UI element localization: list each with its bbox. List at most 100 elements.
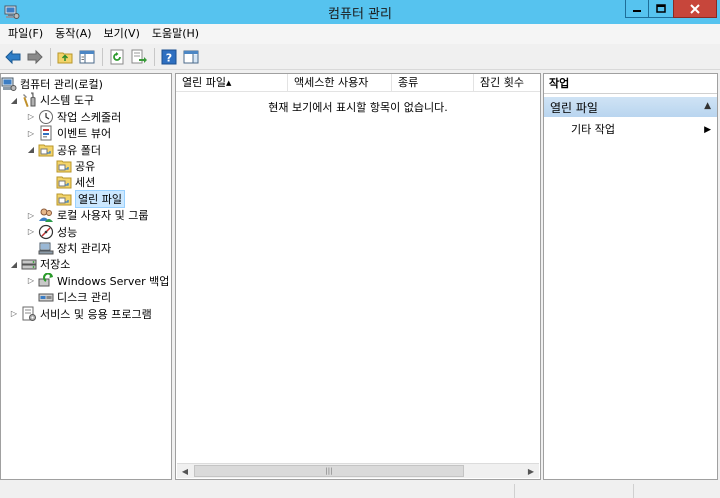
- tree-item[interactable]: 성능: [38, 224, 77, 240]
- tree-item-label: 공유 폴더: [57, 143, 101, 157]
- tree-item-label: 컴퓨터 관리(로컬): [20, 78, 103, 91]
- close-button[interactable]: [673, 0, 717, 18]
- maximize-icon: [656, 3, 666, 13]
- window-title: 컴퓨터 관리: [328, 7, 392, 22]
- menu-help[interactable]: 도움말(H): [146, 24, 205, 44]
- collapse-section-icon[interactable]: ▲: [704, 101, 711, 111]
- tree-expand-toggle-icon[interactable]: ▷: [9, 306, 19, 322]
- column-header-label: 열린 파일: [182, 76, 226, 89]
- tree-expand-toggle-icon[interactable]: ▷: [26, 273, 36, 289]
- tree-item[interactable]: 장치 관리자: [38, 240, 111, 256]
- submenu-arrow-icon: ▶: [704, 125, 711, 135]
- system-tools-icon: [23, 92, 36, 108]
- tree-item[interactable]: 서비스 및 응용 프로그램: [21, 306, 152, 322]
- back-icon: [5, 49, 21, 64]
- tree-item[interactable]: 이벤트 뷰어: [38, 125, 111, 141]
- tree-item-label: 성능: [57, 225, 78, 239]
- actions-section-open-files[interactable]: 열린 파일 ▲: [544, 97, 717, 117]
- forward-button[interactable]: [25, 47, 45, 67]
- minimize-button[interactable]: [625, 0, 649, 18]
- tree-item-label: Windows Server 백업: [57, 274, 170, 288]
- action-more-actions[interactable]: 기타 작업 ▶: [571, 122, 711, 138]
- tree-expand-toggle-icon[interactable]: ▷: [26, 207, 36, 223]
- results-list-pane[interactable]: 열린 파일▲ 액세스한 사용자 종류 잠긴 횟수 현재 보기에서 표시할 항목이…: [175, 73, 541, 480]
- storage-icon: [21, 259, 37, 270]
- column-header-type[interactable]: 종류: [392, 74, 474, 92]
- title-bar: 컴퓨터 관리: [0, 0, 720, 24]
- tree-item[interactable]: Windows Server 백업: [38, 272, 170, 289]
- tree-item-label: 공유: [75, 160, 96, 173]
- back-button[interactable]: [3, 47, 23, 67]
- disk-management-icon: [38, 293, 54, 302]
- sort-ascending-icon: ▲: [225, 79, 232, 87]
- toolbar-separator: [50, 47, 51, 66]
- tree-item[interactable]: 디스크 관리: [38, 289, 111, 305]
- empty-list-message: 현재 보기에서 표시할 항목이 없습니다.: [268, 101, 448, 114]
- toolbar-separator: [154, 47, 155, 66]
- tree-item[interactable]: 시스템 도구: [21, 92, 94, 108]
- help-button[interactable]: ?: [159, 47, 179, 67]
- tree-item[interactable]: 공유: [56, 158, 95, 174]
- export-list-button[interactable]: [129, 47, 149, 67]
- tree-item[interactable]: 작업 스케줄러: [38, 109, 121, 125]
- tree-item[interactable]: 세션: [56, 174, 95, 190]
- up-folder-button[interactable]: [55, 47, 75, 67]
- tree-item-label: 로컬 사용자 및 그룹: [57, 209, 149, 223]
- windows-server-backup-icon: [38, 272, 53, 287]
- scroll-right-icon[interactable]: ▶: [523, 464, 539, 478]
- tree-expand-toggle-icon[interactable]: ▷: [26, 125, 36, 141]
- status-bar-divider: [514, 484, 515, 498]
- scroll-left-icon[interactable]: ◀: [177, 464, 193, 478]
- toolbar: ?: [0, 44, 720, 70]
- show-hide-action-pane-button[interactable]: [181, 47, 201, 67]
- maximize-button[interactable]: [648, 0, 674, 18]
- tree-item[interactable]: 컴퓨터 관리(로컬): [1, 76, 103, 92]
- tree-expand-toggle-icon[interactable]: ▷: [26, 224, 36, 240]
- actions-pane-title: 작업: [544, 74, 717, 94]
- console-tree-pane[interactable]: 컴퓨터 관리(로컬) ◢ 시스템 도구 ▷ 작업 스케줄러 ▷ 이벤트 뷰어 ◢ 공유 폴더 공유…: [0, 73, 172, 480]
- horizontal-scrollbar[interactable]: ◀ ||| ▶: [177, 463, 539, 478]
- menu-view[interactable]: 보기(V): [98, 24, 146, 44]
- menu-action[interactable]: 동작(A): [49, 24, 97, 44]
- tree-collapse-toggle-icon[interactable]: ◢: [9, 256, 19, 272]
- tree-item[interactable]: 로컬 사용자 및 그룹: [38, 207, 148, 223]
- services-applications-icon: [22, 306, 36, 321]
- tree-item-label: 세션: [75, 176, 96, 190]
- tree-item-label: 디스크 관리: [57, 291, 112, 305]
- task-scheduler-icon: [39, 109, 53, 124]
- menu-file[interactable]: 파일(F): [2, 24, 49, 44]
- show-hide-tree-icon: [79, 50, 95, 63]
- computer-management-icon: [1, 77, 17, 91]
- column-header-accessed-by[interactable]: 액세스한 사용자: [288, 74, 392, 92]
- tree-item[interactable]: 공유 폴더: [38, 142, 101, 158]
- open-files-icon: [56, 193, 72, 206]
- tree-item-label: 이벤트 뷰어: [57, 127, 112, 141]
- column-header-lock-count[interactable]: 잠긴 횟수: [474, 74, 540, 92]
- status-bar-divider: [633, 484, 634, 498]
- toolbar-separator: [102, 47, 103, 66]
- performance-icon: [38, 224, 54, 239]
- local-users-icon: [39, 208, 53, 223]
- tree-collapse-toggle-icon[interactable]: ◢: [26, 142, 36, 158]
- tree-item-label: 열린 파일: [75, 189, 125, 208]
- list-header: 열린 파일▲ 액세스한 사용자 종류 잠긴 횟수: [176, 74, 540, 92]
- action-more-actions-label: 기타 작업: [571, 123, 615, 136]
- status-bar: [0, 482, 720, 498]
- refresh-button[interactable]: [107, 47, 127, 67]
- tree-item-label: 저장소: [40, 258, 71, 272]
- column-header-open-file[interactable]: 열린 파일▲: [176, 74, 288, 92]
- up-folder-icon: [57, 52, 73, 63]
- help-icon: ?: [161, 49, 177, 64]
- tree-collapse-toggle-icon[interactable]: ◢: [9, 92, 19, 108]
- tree-item[interactable]: 열린 파일: [56, 189, 125, 208]
- svg-text:?: ?: [166, 51, 172, 64]
- window-frame: 파일(F) 동작(A) 보기(V) 도움말(H) ? 컴퓨터 관리(로컬) ◢ …: [0, 24, 720, 498]
- tree-expand-toggle-icon[interactable]: ▷: [26, 109, 36, 125]
- tree-item-label: 시스템 도구: [40, 94, 95, 108]
- device-manager-icon: [38, 242, 54, 255]
- show-hide-tree-button[interactable]: [77, 47, 97, 67]
- scrollbar-thumb[interactable]: |||: [194, 465, 464, 477]
- forward-icon: [27, 49, 43, 64]
- tree-item[interactable]: 저장소: [21, 256, 70, 272]
- minimize-icon: [633, 9, 641, 12]
